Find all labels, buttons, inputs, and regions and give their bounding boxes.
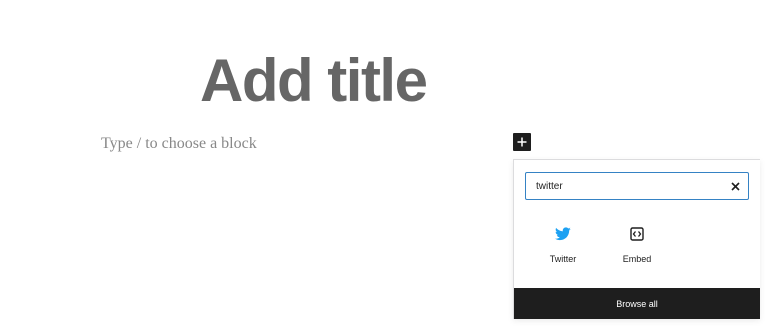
block-inserter-toggle-button[interactable]: [513, 133, 531, 151]
post-title-field[interactable]: Add title: [200, 46, 440, 116]
embed-icon: [627, 224, 647, 244]
block-inserter-popover: Twitter Embed Browse all: [513, 159, 760, 319]
block-search-input[interactable]: [526, 173, 716, 199]
block-result-embed[interactable]: Embed: [612, 220, 662, 270]
block-placeholder[interactable]: Type / to choose a block: [101, 134, 257, 154]
block-result-label: Twitter: [549, 254, 577, 264]
close-icon: [730, 181, 740, 191]
browse-all-button[interactable]: Browse all: [514, 288, 760, 319]
block-search-box: [525, 172, 749, 200]
editor-canvas: Add title Type / to choose a block twitt…: [0, 0, 768, 333]
plus-icon: [516, 136, 528, 148]
clear-search-button[interactable]: [728, 179, 742, 193]
twitter-icon: [553, 224, 573, 244]
block-result-twitter[interactable]: Twitter: [538, 220, 588, 270]
block-result-label: Embed: [622, 254, 652, 264]
